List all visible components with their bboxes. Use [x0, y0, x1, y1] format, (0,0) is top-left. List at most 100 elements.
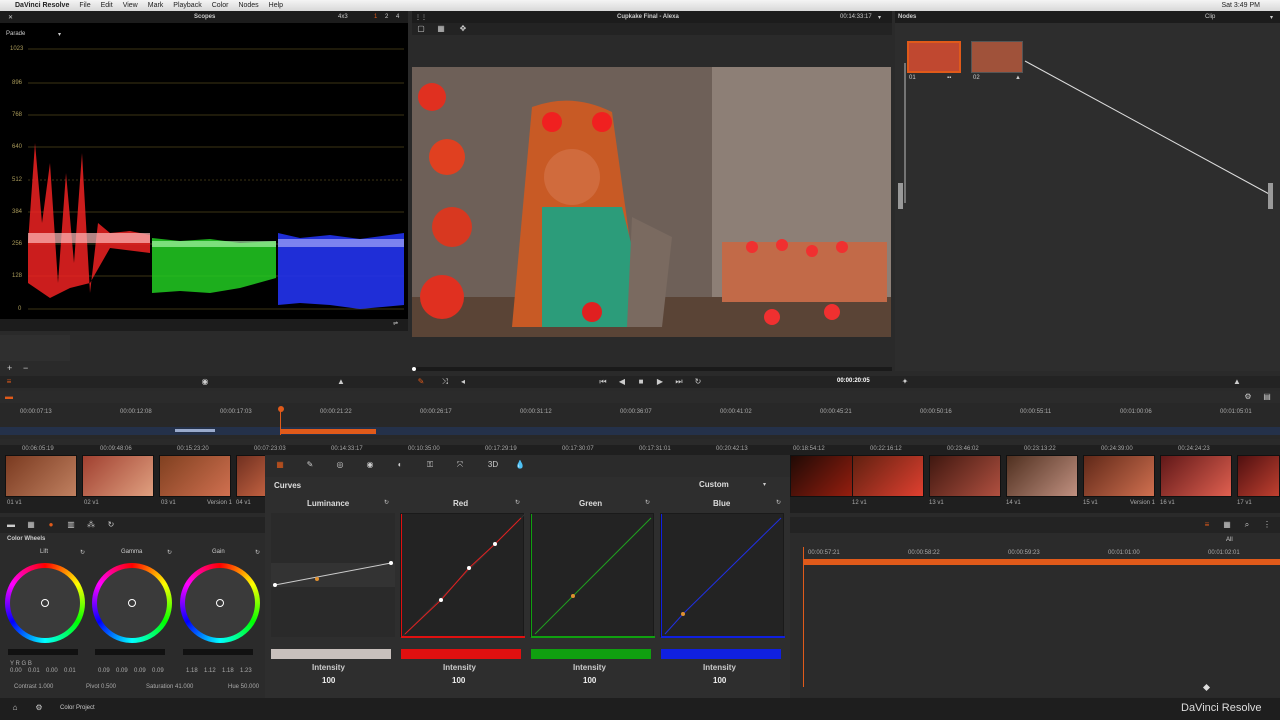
zoom-handle[interactable]: [1202, 683, 1211, 692]
single-view-icon[interactable]: ▢: [416, 24, 426, 34]
window-icon[interactable]: ◎: [335, 460, 345, 470]
key-icon[interactable]: ⚿: [425, 460, 435, 470]
triangle-icon[interactable]: ▲: [1232, 377, 1242, 387]
skip-forward-icon[interactable]: ⏭: [674, 377, 684, 387]
timeline[interactable]: ▬ ⚙ ▤ 00:00:07:13 00:00:12:08 00:00:17:0…: [0, 391, 1280, 439]
lift-master-slider[interactable]: [8, 649, 78, 655]
menu-color[interactable]: Color: [207, 2, 234, 9]
drop-icon[interactable]: 💧: [515, 460, 525, 470]
picker-icon[interactable]: ✥: [458, 24, 468, 34]
saturation-value[interactable]: Saturation 41.000: [146, 684, 193, 690]
node-01[interactable]: [907, 41, 961, 73]
camera-icon[interactable]: ▬: [6, 520, 16, 530]
menu-file[interactable]: File: [74, 2, 95, 9]
gear-icon[interactable]: ⚙: [34, 703, 44, 713]
hue-value[interactable]: Hue 50.000: [228, 684, 259, 690]
camera-icon[interactable]: ◉: [200, 377, 210, 387]
scrubber-handle[interactable]: [412, 367, 416, 371]
app-menu[interactable]: DaVinci Resolve: [10, 2, 74, 9]
node-editor[interactable]: 01 02 ▪▪ ▲: [895, 23, 1280, 371]
gain-value-r[interactable]: 1.12: [204, 668, 216, 674]
curves-mode[interactable]: Custom: [699, 480, 729, 489]
eyedropper-icon[interactable]: ✎: [305, 460, 315, 470]
keyframe-editor[interactable]: ≡ ▦ ⌕ ⋮ All 00:00:57:21 00:00:58:22 00:0…: [790, 517, 1280, 697]
timeline-view-icon[interactable]: ▤: [1262, 392, 1272, 402]
reset-icon[interactable]: ↻: [106, 520, 116, 530]
home-icon[interactable]: ⌂: [10, 703, 20, 713]
gamma-value-y[interactable]: 0.09: [98, 668, 110, 674]
blue-curve[interactable]: [660, 513, 785, 638]
menu-icon[interactable]: ≡: [4, 377, 14, 387]
chevron-down-icon[interactable]: ▾: [878, 14, 881, 21]
clip-thumbnail[interactable]: [1083, 455, 1155, 497]
menu-nodes[interactable]: Nodes: [233, 2, 263, 9]
gain-value-y[interactable]: 1.18: [186, 668, 198, 674]
clip-thumbnail[interactable]: [1237, 455, 1280, 497]
contrast-value[interactable]: Contrast 1.000: [14, 684, 53, 690]
scope-layout-1[interactable]: 1: [374, 14, 377, 20]
clip-thumbnail[interactable]: [1160, 455, 1232, 497]
bars-icon[interactable]: ▥: [66, 520, 76, 530]
green-curve[interactable]: [530, 513, 655, 638]
play-reverse-icon[interactable]: ◀: [617, 377, 627, 387]
clip-thumbnail[interactable]: [1006, 455, 1078, 497]
timeline-menu-icon[interactable]: ▬: [4, 392, 14, 402]
gallery-view-icon[interactable]: ▦: [436, 24, 446, 34]
timeline-settings-icon[interactable]: ⚙: [1243, 392, 1253, 402]
blue-intensity-slider[interactable]: [661, 649, 781, 659]
nodes-icon[interactable]: ⁂: [86, 520, 96, 530]
gamma-wheel[interactable]: [92, 563, 172, 643]
luminance-curve[interactable]: [271, 513, 395, 637]
gamma-value-g[interactable]: 0.09: [134, 668, 146, 674]
gallery-slot[interactable]: [0, 335, 70, 361]
3d-icon[interactable]: 3D: [485, 460, 501, 470]
lift-value-b[interactable]: 0.01: [64, 668, 76, 674]
scope-layout-2[interactable]: 2: [385, 14, 388, 20]
shuffle-icon[interactable]: ⤨: [440, 377, 450, 387]
reset-icon[interactable]: ↻: [776, 499, 781, 506]
keyframe-filter[interactable]: All: [1226, 537, 1233, 543]
tracker-icon[interactable]: ◉: [365, 460, 375, 470]
gain-master-slider[interactable]: [183, 649, 253, 655]
chevron-down-icon[interactable]: ▾: [1270, 14, 1273, 21]
nodes-mode[interactable]: Clip: [1205, 14, 1215, 20]
red-intensity-value[interactable]: 100: [452, 676, 465, 685]
curves-icon[interactable]: ▦: [275, 460, 285, 470]
lift-value-g[interactable]: 0.00: [46, 668, 58, 674]
search-icon[interactable]: ⌕: [1242, 520, 1252, 530]
clip-thumbnail[interactable]: [5, 455, 77, 497]
lift-value-r[interactable]: 0.01: [28, 668, 40, 674]
gamma-master-slider[interactable]: [95, 649, 165, 655]
pivot-value[interactable]: Pivot 0.500: [86, 684, 116, 690]
reset-icon[interactable]: ↻: [645, 499, 650, 506]
close-icon[interactable]: ✕: [8, 14, 13, 21]
menu-playback[interactable]: Playback: [168, 2, 206, 9]
scope-mode-select[interactable]: Parade: [6, 31, 25, 37]
clip-thumbnail[interactable]: [159, 455, 231, 497]
blue-intensity-value[interactable]: 100: [713, 676, 726, 685]
gain-puck[interactable]: [216, 599, 224, 607]
grid-icon[interactable]: ▦: [26, 520, 36, 530]
scope-layout[interactable]: 4x3: [338, 14, 348, 20]
reset-icon[interactable]: ↻: [515, 499, 520, 506]
keyframe-track[interactable]: [803, 559, 1280, 565]
lift-value-y[interactable]: 0.00: [10, 668, 22, 674]
menu-mark[interactable]: Mark: [143, 2, 169, 9]
red-intensity-slider[interactable]: [401, 649, 521, 659]
node-02[interactable]: [971, 41, 1023, 73]
highlight-icon[interactable]: ✎: [416, 377, 426, 387]
loop-icon[interactable]: ↻: [693, 377, 703, 387]
chevron-down-icon[interactable]: ▾: [58, 31, 61, 38]
gamma-value-r[interactable]: 0.09: [116, 668, 128, 674]
remove-icon[interactable]: −: [23, 363, 28, 373]
luminance-intensity-value[interactable]: 100: [322, 676, 335, 685]
stop-icon[interactable]: ■: [636, 377, 646, 387]
lift-puck[interactable]: [41, 599, 49, 607]
gain-wheel[interactable]: [180, 563, 260, 643]
speaker-icon[interactable]: ◂: [458, 377, 468, 387]
scope-layout-4[interactable]: 4: [396, 14, 399, 20]
menu-help[interactable]: Help: [264, 2, 288, 9]
play-icon[interactable]: ▶: [655, 377, 665, 387]
sizing-icon[interactable]: ⤧: [455, 460, 465, 470]
blur-icon[interactable]: ◐: [395, 460, 405, 470]
